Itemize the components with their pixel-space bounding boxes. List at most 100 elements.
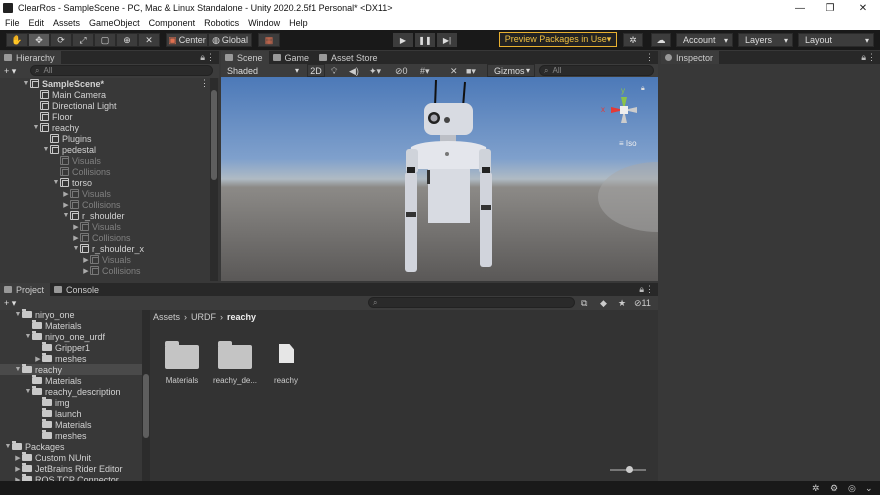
expand-arrow-icon[interactable]: ▶ [34,355,42,363]
project-tree-item[interactable]: ▶ meshes [0,353,142,364]
expand-arrow-icon[interactable]: ▶ [14,465,22,473]
tab-game[interactable]: Game [269,51,316,64]
snap-grid-icon[interactable]: ▦ [258,33,280,47]
filter-type-icon[interactable]: ⧉ [581,298,587,309]
account-dropdown[interactable]: Account [676,33,733,47]
hierarchy-item[interactable]: ▼ torso [0,177,210,188]
project-tree-item[interactable]: ▼ niryo_one_urdf [0,331,142,342]
expand-arrow-icon[interactable]: ▶ [72,234,80,242]
tab-console[interactable]: Console [50,283,105,296]
expand-arrow-icon[interactable]: ▶ [62,190,70,198]
scene-more-icon[interactable]: ⋮ [645,52,654,63]
expand-arrow-icon[interactable]: ▼ [32,124,40,131]
hierarchy-item[interactable]: Collisions [0,166,210,177]
project-tree-item[interactable]: launch [0,408,142,419]
expand-arrow-icon[interactable]: ▼ [14,366,22,373]
hierarchy-item[interactable]: ▼ r_shoulder_x [0,243,210,254]
hierarchy-scrollbar[interactable] [210,78,218,281]
hierarchy-item[interactable]: Visuals [0,155,210,166]
hierarchy-item[interactable]: Plugins [0,133,210,144]
layers-dropdown[interactable]: Layers [738,33,793,47]
project-tree-item[interactable]: ▼ niryo_one [0,309,142,320]
project-create-button[interactable]: + ▾ [4,298,16,309]
expand-arrow-icon[interactable]: ▶ [14,454,22,462]
hierarchy-item[interactable]: ▶ Visuals [0,221,210,232]
project-tree-item[interactable]: Gripper1 [0,342,142,353]
breadcrumb-assets[interactable]: Assets [153,312,180,322]
menu-window[interactable]: Window [248,18,280,28]
hierarchy-item[interactable]: ▶ Collisions [0,199,210,210]
minimize-button[interactable]: — [785,0,815,16]
2d-toggle[interactable]: 2D [307,64,325,77]
scale-tool-icon[interactable]: ⤢ [72,33,94,47]
notification-icon[interactable]: ⌄ [865,483,873,494]
expand-arrow-icon[interactable]: ▶ [82,267,90,275]
filter-label-icon[interactable]: ◆ [600,298,607,309]
project-tree-scrollbar[interactable] [142,310,150,481]
project-tree-item[interactable]: meshes [0,430,142,441]
pause-button[interactable]: ❚❚ [415,33,435,47]
settings-icon[interactable]: ✲ [623,33,643,47]
debug-icon[interactable]: ✲ [812,483,820,494]
breadcrumb-reachy[interactable]: reachy [227,312,256,322]
project-tree-item[interactable]: ▶ Custom NUnit [0,452,142,463]
project-lock-icon[interactable]: 🔒︎ [639,284,644,295]
close-button[interactable]: ✕ [848,0,878,16]
menu-help[interactable]: Help [289,18,308,28]
project-tree-item[interactable]: ▼ reachy [0,364,142,375]
grid-toggle-icon[interactable]: #▾ [420,66,430,77]
inspector-lock-icon[interactable]: 🔒︎ [861,52,866,63]
hierarchy-scroll-thumb[interactable] [211,90,217,180]
cloud-icon[interactable]: ☁ [651,33,671,47]
inspector-more-icon[interactable]: ⋮ [867,52,876,63]
hierarchy-item[interactable]: ▼ r_shoulder [0,210,210,221]
custom-tool-icon[interactable]: ✕ [138,33,160,47]
expand-arrow-icon[interactable]: ▼ [24,333,32,340]
project-tree-item[interactable]: ▼ reachy_description [0,386,142,397]
expand-arrow-icon[interactable]: ▼ [42,146,50,153]
favorite-icon[interactable]: ★ [618,298,626,309]
rect-tool-icon[interactable]: ▢ [94,33,116,47]
project-tree-item[interactable]: Materials [0,375,142,386]
project-search-input[interactable]: ⌕ [368,297,575,308]
menu-edit[interactable]: Edit [29,18,45,28]
more-icon[interactable]: ⋮ [206,52,215,63]
hand-tool-icon[interactable]: ✋ [6,33,28,47]
expand-arrow-icon[interactable]: ▶ [62,201,70,209]
shading-dropdown[interactable]: Shaded [221,64,303,77]
expand-arrow-icon[interactable]: ▶ [82,256,90,264]
scene-gizmo[interactable]: y x 🔒︎ ≡ Iso [601,85,647,148]
hierarchy-item[interactable]: ▶ Collisions [0,232,210,243]
projection-label[interactable]: ≡ Iso [619,139,637,148]
audio-icon[interactable]: ◀) [349,66,359,77]
lock-icon[interactable]: 🔒︎ [200,52,205,63]
project-more-icon[interactable]: ⋮ [645,284,654,295]
maximize-button[interactable]: ❐ [815,0,845,16]
expand-arrow-icon[interactable]: ▼ [24,388,32,395]
hierarchy-item[interactable]: Floor [0,111,210,122]
expand-arrow-icon[interactable]: ▶ [72,223,80,231]
tab-project[interactable]: Project [0,283,51,296]
play-button[interactable]: ▶ [393,33,413,47]
pivot-center-toggle[interactable]: ▣ Center [166,33,208,47]
menu-file[interactable]: File [5,18,20,28]
tab-hierarchy[interactable]: Hierarchy [0,51,61,64]
tab-scene[interactable]: Scene [221,51,269,64]
camera-icon[interactable]: ■▾ [466,66,476,77]
preview-packages-button[interactable]: Preview Packages in Use▾ [499,32,617,47]
scene-search-input[interactable]: ⌕ All [539,65,654,76]
lighting-icon[interactable]: 💡︎ [331,66,337,77]
hidden-packages-icon[interactable]: ⊘11 [634,298,651,309]
progress-icon[interactable]: ◎ [848,483,856,494]
project-tree-item[interactable]: img [0,397,142,408]
project-tree-item[interactable]: ▶ JetBrains Rider Editor [0,463,142,474]
hierarchy-item[interactable]: ▶ Collisions [0,265,210,276]
hierarchy-item[interactable]: ▶ Visuals [0,254,210,265]
gizmo-lock-icon[interactable]: 🔒︎ [641,85,645,93]
menu-component[interactable]: Component [149,18,196,28]
zoom-slider-thumb[interactable] [626,466,633,473]
hidden-objects-icon[interactable]: ⊘0 [395,66,408,77]
effects-icon[interactable]: ✦▾ [369,66,381,77]
hierarchy-item[interactable]: ▶ Visuals [0,188,210,199]
project-tree-item[interactable]: Materials [0,320,142,331]
